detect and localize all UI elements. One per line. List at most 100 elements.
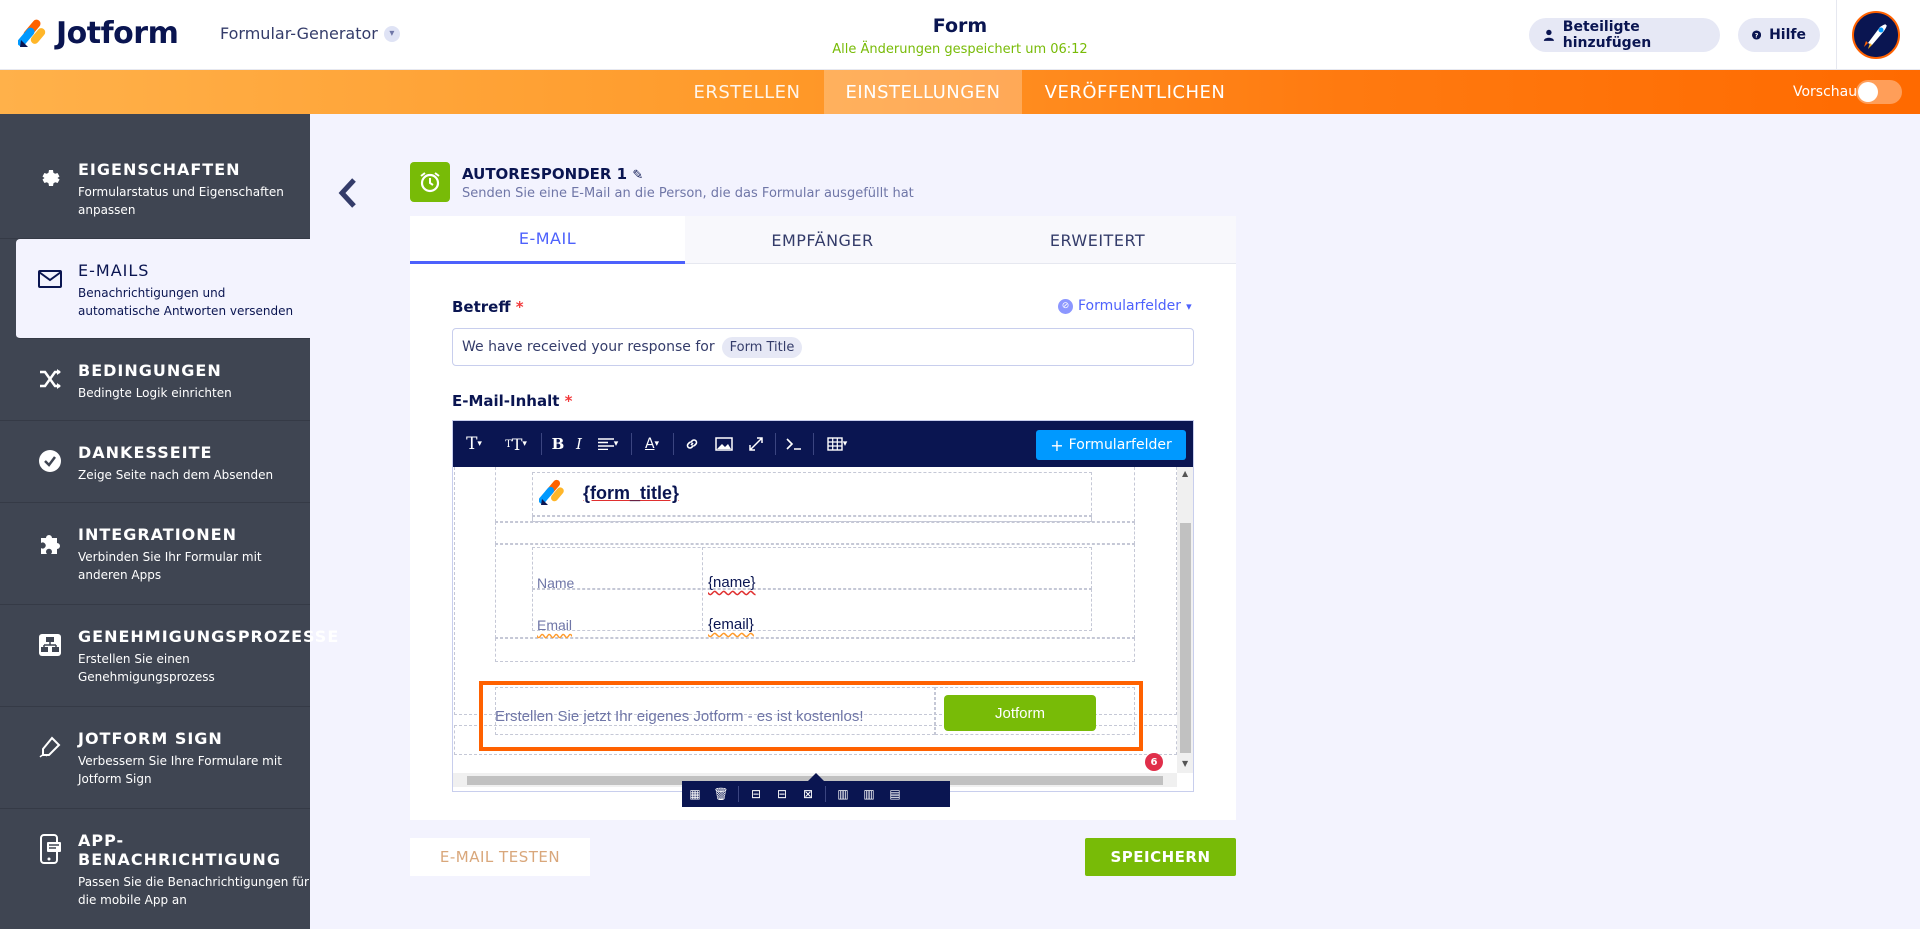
tab-recipients[interactable]: EMPFÄNGER bbox=[685, 216, 960, 264]
email-template-canvas[interactable]: {form_title} Name {name} Email {email} E… bbox=[453, 467, 1193, 791]
sidebar-item-properties[interactable]: EIGENSCHAFTEN Formularstatus und Eigensc… bbox=[0, 114, 310, 239]
tab-publish[interactable]: VERÖFFENTLICHEN bbox=[1030, 70, 1240, 114]
required-mark: * bbox=[564, 392, 573, 410]
tab-settings[interactable]: EINSTELLUNGEN bbox=[824, 70, 1022, 114]
required-mark: * bbox=[515, 298, 524, 316]
form-fields-link-label: Formularfelder bbox=[1078, 298, 1182, 314]
sidebar-item-title: GENEHMIGUNGSPROZESSE bbox=[78, 627, 340, 646]
preview-toggle[interactable] bbox=[1856, 80, 1902, 104]
table-properties-icon[interactable]: ▦ bbox=[682, 781, 708, 807]
toolbar-divider bbox=[631, 433, 632, 455]
text-color-icon[interactable]: A ▾ bbox=[639, 433, 665, 455]
email-content-label: E-Mail-Inhalt * bbox=[452, 392, 573, 410]
jotform-logo[interactable]: Jotform bbox=[18, 16, 179, 51]
subject-text: We have received your response for bbox=[462, 339, 715, 355]
toggle-knob bbox=[1858, 82, 1878, 102]
header-divider bbox=[1836, 0, 1837, 70]
sidebar-item-desc: Bedingte Logik einrichten bbox=[78, 386, 232, 400]
shuffle-icon bbox=[36, 365, 64, 393]
scroll-up-icon[interactable]: ▲ bbox=[1182, 469, 1188, 478]
subject-form-fields-dropdown[interactable]: ⊘ Formularfelder ▾ bbox=[1058, 298, 1192, 314]
notification-badge: 6 bbox=[1145, 753, 1163, 771]
sidebar-item-desc: Verbinden Sie Ihr Formular mit anderen A… bbox=[78, 550, 262, 582]
row-insert-before-icon[interactable]: ⊟ bbox=[743, 781, 769, 807]
toolbar-divider bbox=[813, 433, 814, 455]
image-icon[interactable] bbox=[713, 433, 735, 455]
fullscreen-icon[interactable] bbox=[745, 433, 767, 455]
add-participants-button[interactable]: Beteiligte hinzufügen bbox=[1529, 18, 1720, 52]
subject-label-text: Betreff bbox=[452, 298, 511, 316]
test-email-button[interactable]: E-MAIL TESTEN bbox=[410, 838, 590, 876]
row-value-name[interactable]: {name} bbox=[708, 574, 756, 591]
envelope-icon bbox=[36, 265, 64, 293]
preview-label: Vorschau bbox=[1793, 84, 1858, 100]
font-family-icon[interactable]: T ▾ bbox=[461, 433, 487, 455]
flow-icon bbox=[36, 631, 64, 659]
table-context-toolbar: ▦ 🗑 ⊟ ⊟ ⊠ ▥ ▥ ▤ bbox=[682, 781, 950, 807]
sidebar-item-jotform-sign[interactable]: JOTFORM SIGN Verbessern Sie Ihre Formula… bbox=[0, 707, 310, 809]
help-icon: ? bbox=[1752, 30, 1762, 40]
email-tabs: E-MAIL EMPFÄNGER ERWEITERT bbox=[410, 216, 1236, 264]
form-title-placeholder[interactable]: {form_title} bbox=[583, 483, 679, 504]
sidebar-item-thank-you-page[interactable]: DANKESSEITE Zeige Seite nach dem Absende… bbox=[0, 421, 310, 503]
check-circle-icon bbox=[36, 447, 64, 475]
align-icon[interactable]: ▾ bbox=[593, 433, 623, 455]
email-content-editor[interactable]: T ▾ T T ▾ B I ▾ A ▾ ▾ + Formularfelder {… bbox=[452, 420, 1194, 792]
tab-email[interactable]: E-MAIL bbox=[410, 216, 685, 264]
scroll-down-icon[interactable]: ▼ bbox=[1182, 759, 1188, 768]
sidebar-item-title: DANKESSEITE bbox=[78, 443, 213, 462]
scrollbar-thumb[interactable] bbox=[1180, 523, 1191, 753]
delete-table-icon[interactable]: 🗑 bbox=[708, 781, 734, 807]
sidebar-item-desc: Passen Sie die Benachrichtigungen für di… bbox=[78, 875, 309, 907]
subject-field-tag[interactable]: Form Title bbox=[721, 336, 803, 358]
row-delete-icon[interactable]: ⊠ bbox=[795, 781, 821, 807]
link-icon[interactable] bbox=[681, 433, 703, 455]
builder-switcher[interactable]: Formular-Generator ▾ bbox=[220, 24, 400, 43]
font-size-icon[interactable]: T T ▾ bbox=[501, 433, 531, 455]
editor-form-fields-label: Formularfelder bbox=[1068, 437, 1172, 453]
sidebar-item-desc: Erstellen Sie einen Genehmigungsprozess bbox=[78, 652, 215, 684]
email-settings-panel: E-MAIL EMPFÄNGER ERWEITERT Betreff * ⊘ F… bbox=[410, 216, 1236, 820]
builder-nav-bar: ERSTELLEN EINSTELLUNGEN VERÖFFENTLICHEN … bbox=[0, 70, 1920, 114]
sidebar-item-approvals[interactable]: GENEHMIGUNGSPROZESSE Erstellen Sie einen… bbox=[0, 605, 338, 707]
sidebar-item-desc: Zeige Seite nach dem Absenden bbox=[78, 468, 274, 482]
editor-form-fields-button[interactable]: + Formularfelder bbox=[1036, 430, 1186, 460]
save-button[interactable]: SPEICHERN bbox=[1085, 838, 1236, 876]
sidebar-item-title: INTEGRATIONEN bbox=[78, 525, 237, 544]
sidebar-item-app-notifications[interactable]: APP-BENACHRICHTIGUNG Passen Sie die Bena… bbox=[0, 809, 310, 911]
sidebar-item-conditions[interactable]: BEDINGUNGEN Bedingte Logik einrichten bbox=[0, 339, 310, 421]
settings-sidebar: EIGENSCHAFTEN Formularstatus und Eigensc… bbox=[0, 114, 338, 929]
col-insert-before-icon[interactable]: ▥ bbox=[830, 781, 856, 807]
subject-input[interactable]: We have received your response for Form … bbox=[452, 328, 1194, 366]
phone-icon bbox=[36, 834, 64, 864]
tab-create[interactable]: ERSTELLEN bbox=[677, 70, 817, 114]
autoresponder-title[interactable]: AUTORESPONDER 1 ✎ bbox=[462, 165, 643, 183]
italic-icon[interactable]: I bbox=[571, 433, 587, 455]
sidebar-item-integrations[interactable]: INTEGRATIONEN Verbinden Sie Ihr Formular… bbox=[0, 503, 310, 605]
jotform-logo-icon bbox=[539, 479, 564, 505]
back-arrow-icon[interactable] bbox=[336, 176, 362, 210]
highlight-annotation bbox=[479, 681, 1143, 751]
row-insert-after-icon[interactable]: ⊟ bbox=[769, 781, 795, 807]
logo-text: Jotform bbox=[56, 16, 179, 51]
source-code-icon[interactable] bbox=[783, 433, 805, 455]
table-row bbox=[532, 547, 1092, 589]
tab-advanced[interactable]: ERWEITERT bbox=[960, 216, 1235, 264]
avatar[interactable] bbox=[1852, 11, 1900, 59]
col-delete-icon[interactable]: ▤ bbox=[882, 781, 908, 807]
col-insert-after-icon[interactable]: ▥ bbox=[856, 781, 882, 807]
sidebar-item-title: BEDINGUNGEN bbox=[78, 361, 222, 380]
chevron-down-icon: ▾ bbox=[1186, 299, 1192, 313]
pencil-icon[interactable]: ✎ bbox=[632, 168, 643, 183]
sidebar-item-desc: Verbessern Sie Ihre Formulare mit Jotfor… bbox=[78, 754, 282, 786]
link-icon: ⊘ bbox=[1058, 298, 1073, 314]
help-button[interactable]: ? Hilfe bbox=[1738, 18, 1820, 52]
bold-icon[interactable]: B bbox=[549, 433, 567, 455]
table-icon[interactable]: ▾ bbox=[821, 433, 853, 455]
jotform-logo-icon bbox=[18, 19, 46, 47]
row-label-name: Name bbox=[537, 575, 575, 591]
sidebar-item-emails[interactable]: E-MAILS Benachrichtigungen und automatis… bbox=[16, 239, 310, 339]
table-row bbox=[532, 589, 1092, 631]
vertical-scrollbar[interactable]: ▲ ▼ bbox=[1177, 467, 1193, 773]
row-value-email[interactable]: {email} bbox=[708, 616, 754, 633]
